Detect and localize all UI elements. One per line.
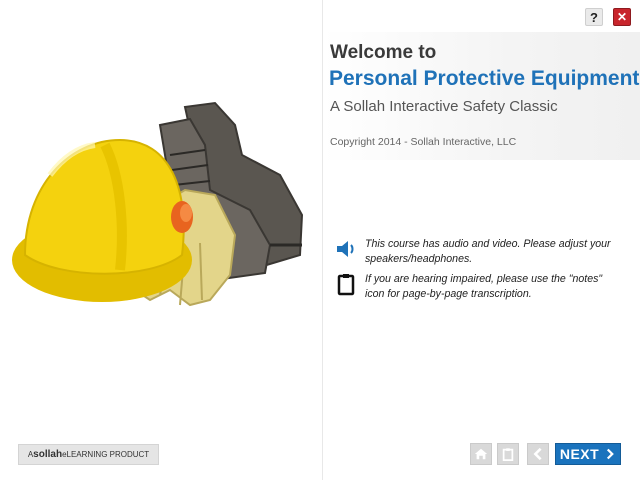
course-title: Personal Protective Equipment <box>329 67 640 90</box>
next-button[interactable]: NEXT <box>555 443 621 465</box>
welcome-text: Welcome to <box>330 42 437 63</box>
back-button[interactable] <box>527 443 549 465</box>
close-icon: ✕ <box>616 10 628 24</box>
product-badge: A sollah eLEARNING PRODUCT <box>18 444 159 465</box>
ppe-hero-image <box>12 101 304 307</box>
notes-notice: If you are hearing impaired, please use … <box>334 272 624 302</box>
audio-notice: This course has audio and video. Please … <box>334 237 624 267</box>
next-label: NEXT <box>559 446 600 462</box>
copyright-text: Copyright 2014 - Sollah Interactive, LLC <box>330 136 517 148</box>
badge-brand: sollah <box>33 449 63 460</box>
home-button[interactable] <box>470 443 492 465</box>
chevron-right-icon <box>607 448 615 460</box>
close-button[interactable]: ✕ <box>613 8 631 26</box>
notes-button[interactable] <box>497 443 519 465</box>
help-button[interactable]: ? <box>585 8 603 26</box>
hard-hat-icon <box>12 138 192 302</box>
home-icon <box>474 448 488 460</box>
chevron-left-icon <box>533 447 542 461</box>
help-icon: ? <box>590 9 598 25</box>
earplug-icon <box>171 201 193 233</box>
notes-icon <box>337 274 355 296</box>
notes-notice-text: If you are hearing impaired, please use … <box>365 273 603 300</box>
audio-notice-text: This course has audio and video. Please … <box>365 238 611 265</box>
notes-icon <box>502 448 514 461</box>
left-panel: A sollah eLEARNING PRODUCT <box>0 0 322 480</box>
speaker-icon <box>337 241 354 257</box>
course-subtitle: A Sollah Interactive Safety Classic <box>330 98 558 115</box>
badge-suffix: eLEARNING PRODUCT <box>62 450 150 459</box>
